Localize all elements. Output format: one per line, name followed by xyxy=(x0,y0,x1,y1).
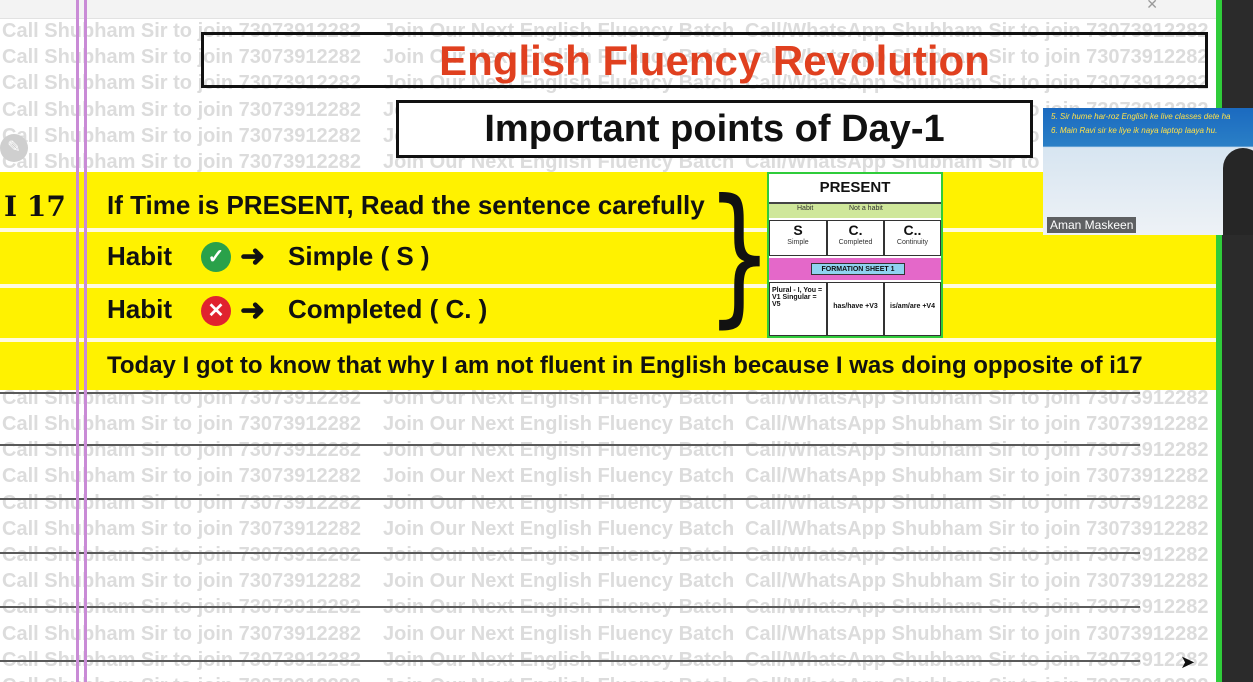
chart-cell-big: C.. xyxy=(903,222,922,238)
chart-cell: S Simple xyxy=(769,220,827,256)
habit-label: Habit xyxy=(107,294,172,324)
ruled-line xyxy=(0,606,1140,608)
watermark-text: Call/WhatsApp Shubham Sir to join 730739… xyxy=(745,544,1209,566)
watermark-text: Call Shubham Sir to join 73073912282 xyxy=(2,465,362,488)
watermark-text: Call/WhatsApp Shubham Sir to join 730739… xyxy=(745,622,1209,645)
subtitle-box: Important points of Day-1 xyxy=(396,100,1033,158)
chart-tense-row: S Simple C. Completed C.. Continuity xyxy=(769,220,941,256)
presenter-silhouette xyxy=(1223,148,1253,235)
watermark-row: Call Shubham Sir to join 73073912282 Join… xyxy=(0,516,1222,542)
margin-line xyxy=(84,0,87,682)
highlight-gap xyxy=(0,338,1222,342)
watermark-text: Call Shubham Sir to join 73073912282 xyxy=(2,673,361,682)
right-arrow-icon: ➜ xyxy=(240,240,266,273)
chart-cell-small: Completed xyxy=(838,239,873,246)
rule-statement: If Time is PRESENT, Read the sentence ca… xyxy=(107,190,705,220)
formation-sheet-label: FORMATION SHEET 1 xyxy=(811,263,905,275)
watermark-text: Join Our Next English Fluency Batch xyxy=(383,465,735,488)
watermark-text: Call/WhatsApp Shubham Sir to join 730739… xyxy=(745,439,1209,462)
watermark-text: Join Our Next English Fluency Batch xyxy=(383,570,735,593)
chart-formation-row: Plural - I, You = V1 Singular = V5 has/h… xyxy=(769,282,941,336)
watermark-text: Join Our Next English Fluency Batch xyxy=(383,491,735,514)
webcam-text-line: 5. Sir hume har-roz English ke live clas… xyxy=(1051,112,1231,121)
formation-cell: is/am/are +V4 xyxy=(884,282,941,336)
watermark-text: Call Shubham Sir to join 73073912282 xyxy=(2,124,362,147)
watermark-row: Call Shubham Sir to join 73073912282 Join… xyxy=(0,411,1222,437)
chart-cell-small: Simple xyxy=(787,239,809,246)
watermark-text: Call Shubham Sir to join 73073912282 xyxy=(2,622,362,645)
watermark-text: Call Shubham Sir to join 73073912282 xyxy=(2,491,362,514)
formation-cell: Plural - I, You = V1 Singular = V5 xyxy=(769,282,827,336)
chart-cell-small: Continuity xyxy=(896,239,929,246)
chart-cell: C.. Continuity xyxy=(884,220,941,256)
watermark-text: Join Our Next English Fluency Batch xyxy=(383,622,735,645)
watermark-text: Call Shubham Sir to join 73073912282 xyxy=(2,570,362,593)
chart-cell-big: S xyxy=(793,222,803,238)
right-brace-icon: } xyxy=(706,168,773,342)
watermark-text: Call/WhatsApp Shubham Sir to join 730739… xyxy=(745,673,1208,682)
ruled-line xyxy=(0,392,1140,394)
watermark-row: Call Shubham Sir to join 73073912282 Join… xyxy=(0,673,1222,682)
watermark-text: Join Our Next English Fluency Batch xyxy=(383,673,734,682)
ruled-line xyxy=(0,498,1140,500)
ruled-line xyxy=(0,552,1140,554)
watermark-text: Call Shubham Sir to join 73073912282 xyxy=(2,439,362,462)
watermark-text: Call Shubham Sir to join 73073912282 xyxy=(2,98,362,121)
page-title: English Fluency Revolution xyxy=(439,37,990,84)
right-panel xyxy=(1222,0,1253,682)
ruled-line xyxy=(0,444,1140,446)
formation-cell: has/have +V3 xyxy=(827,282,884,336)
present-tense-chart: PRESENT Habit Not a habit S Simple C. Co… xyxy=(767,172,943,338)
webcam-text-line: 6. Main Ravi sir ke liye ik naya laptop … xyxy=(1051,126,1218,135)
margin-line xyxy=(76,0,79,682)
watermark-text: Join Our Next English Fluency Batch xyxy=(383,439,735,462)
check-circle-icon: ✓ xyxy=(201,242,231,272)
watermark-row: Call Shubham Sir to join 73073912282 Join… xyxy=(0,437,1222,463)
conclusion-text: Today I got to know that why I am not fl… xyxy=(107,352,1143,379)
chart-formation-bar: FORMATION SHEET 1 xyxy=(769,258,941,280)
watermark-row: Call Shubham Sir to join 73073912282 Join… xyxy=(0,542,1222,568)
webcam-overlay[interactable]: 5. Sir hume har-roz English ke live clas… xyxy=(1043,108,1253,235)
watermark-text: Call Shubham Sir to join 73073912282 xyxy=(2,413,362,435)
chart-cell-big: C. xyxy=(848,222,863,238)
watermark-row: Call Shubham Sir to join 73073912282 Join… xyxy=(0,490,1222,516)
watermark-text: Call Shubham Sir to join 73073912282 xyxy=(2,544,362,566)
highlight-gap xyxy=(0,228,1222,232)
habit-yes-result: Simple ( S ) xyxy=(288,241,430,271)
participant-name: Aman Maskeen xyxy=(1047,217,1137,233)
habit-no-result: Completed ( C. ) xyxy=(288,294,488,324)
ruled-line xyxy=(0,660,1140,662)
close-icon[interactable]: ✕ xyxy=(1146,0,1158,13)
watermark-text: Call/WhatsApp Shubham Sir to join 730739… xyxy=(745,465,1209,488)
habit-label: Habit xyxy=(107,241,172,271)
watermark-text: Call Shubham Sir to join 73073912282 xyxy=(2,517,362,540)
chart-strip: Habit Not a habit xyxy=(769,204,941,218)
watermark-row: Call Shubham Sir to join 73073912282 Join… xyxy=(0,463,1222,489)
title-box: English Fluency Revolution xyxy=(201,32,1208,88)
right-arrow-icon: ➜ xyxy=(240,294,266,327)
chart-cell: C. Completed xyxy=(827,220,884,256)
screen: ✕ Call Shubham Sir to join 73073912282 Jo… xyxy=(0,0,1253,682)
watermark-text: Call/WhatsApp Shubham Sir to join 730739… xyxy=(745,517,1209,540)
watermark-text: Call/WhatsApp Shubham Sir to join 730739… xyxy=(745,413,1209,435)
top-toolbar-strip: ✕ xyxy=(0,0,1222,19)
mouse-cursor-icon: ➤ xyxy=(1180,652,1196,672)
watermark-text: Join Our Next English Fluency Batch xyxy=(383,544,735,566)
watermark-text: Join Our Next English Fluency Batch xyxy=(383,413,735,435)
chart-heading: PRESENT xyxy=(769,174,941,204)
watermark-text: Call/WhatsApp Shubham Sir to join 730739… xyxy=(745,491,1209,514)
page-subtitle: Important points of Day-1 xyxy=(484,108,945,150)
rule-id: I 17 xyxy=(4,190,66,223)
highlight-gap xyxy=(0,284,1222,288)
chart-strip-label: Not a habit xyxy=(849,205,883,212)
watermark-text: Call/WhatsApp Shubham Sir to join 730739… xyxy=(745,570,1209,593)
watermark-row: Call Shubham Sir to join 73073912282 Join… xyxy=(0,568,1222,594)
pen-icon[interactable]: ✎ xyxy=(0,134,28,162)
chart-strip-label: Habit xyxy=(797,205,814,212)
watermark-text: Join Our Next English Fluency Batch xyxy=(383,517,735,540)
cross-circle-icon: ✕ xyxy=(201,296,231,326)
watermark-row: Call Shubham Sir to join 73073912282 Join… xyxy=(0,621,1222,647)
